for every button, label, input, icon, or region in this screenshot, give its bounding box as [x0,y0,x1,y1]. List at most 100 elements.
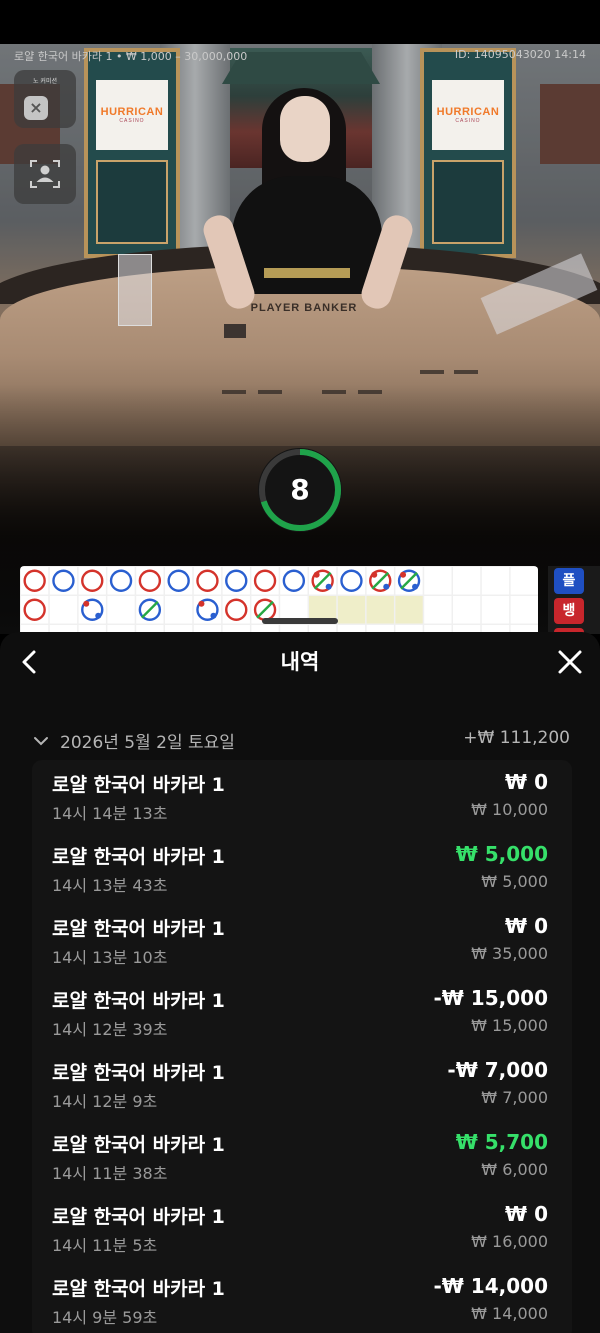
casino-logo-panel: HURRICAN CASINO [420,48,516,258]
payout-amount: ₩ 0 [505,1202,548,1226]
bet-amount: ₩ 35,000 [471,944,548,963]
date-label: 2026년 5월 2일 토요일 [60,733,235,753]
history-row[interactable]: 로얄 한국어 바카라 1 14시 12분 39초 -₩ 15,000 ₩ 15,000 [32,976,572,1048]
history-row[interactable]: 로얄 한국어 바카라 1 14시 13분 43초 ₩ 5,000 ₩ 5,000 [32,832,572,904]
bet-time: 14시 14분 13초 [52,804,168,823]
no-commission-label: 노 커미션 [33,78,57,85]
background-building [540,84,600,164]
player-tab[interactable]: 플 [554,568,584,594]
game-name: 로얄 한국어 바카라 1 [52,990,225,1012]
banker-pair-dot [371,571,378,578]
game-name: 로얄 한국어 바카라 1 [52,1206,225,1228]
history-row[interactable]: 로얄 한국어 바카라 1 14시 14분 13초 ₩ 0 ₩ 10,000 [32,760,572,832]
sheet-header: 내역 [0,632,600,692]
casino-brand-subtext: CASINO [119,118,145,124]
live-video-stream[interactable]: HURRICAN CASINO HURRICAN CASINO PLAYER B… [0,44,600,634]
bet-time: 14시 12분 9초 [52,1092,158,1111]
payout-amount: -₩ 14,000 [433,1274,548,1298]
round-id: ID: 14095043020 14:14 [454,48,586,61]
payout-amount: -₩ 15,000 [433,986,548,1010]
card-back [224,324,246,338]
date-group-header[interactable]: 2026년 5월 2일 토요일 +₩ 111,200 [30,726,570,756]
road-cell [337,596,366,624]
road-cell [453,596,481,624]
payout-amount: ₩ 0 [505,914,548,938]
road-cell [165,596,193,624]
game-title-limits: 로얄 한국어 바카라 1 • ₩ 1,000 – 30,000,000 [14,50,248,63]
table-player-banker-label: PLAYER BANKER [250,302,358,314]
player-pair-dot [95,612,102,619]
road-cell [424,596,452,624]
no-commission-toggle[interactable]: 노 커미션 × [14,70,76,128]
banker-pair-dot [198,600,205,607]
bet-amount: ₩ 15,000 [471,1016,548,1035]
close-button[interactable] [554,644,586,680]
road-cell [366,596,394,624]
game-name: 로얄 한국어 바카라 1 [52,1134,225,1156]
history-row[interactable]: 로얄 한국어 바카라 1 14시 9분 59초 -₩ 14,000 ₩ 14,000 [32,1264,572,1333]
dealer-belt [264,268,350,278]
banker-tab[interactable]: 뱅 [554,598,584,624]
road-cell [49,596,78,624]
road-cell [510,596,538,624]
road-cell [453,567,481,595]
close-icon: × [24,96,48,120]
player-pair-dot [210,612,217,619]
road-cell [481,596,510,624]
game-name: 로얄 한국어 바카라 1 [52,846,225,868]
bet-time: 14시 12분 39초 [52,1020,168,1039]
road-cell [510,567,538,595]
bet-time: 14시 9분 59초 [52,1308,158,1327]
payout-amount: ₩ 5,000 [455,842,548,866]
date-total: +₩ 111,200 [463,728,570,748]
player-pair-dot [325,583,332,590]
card-slot [420,370,444,374]
history-row[interactable]: 로얄 한국어 바카라 1 14시 11분 38초 ₩ 5,700 ₩ 6,000 [32,1120,572,1192]
dealer-face [280,96,330,162]
casino-brand-text: HURRICAN [100,106,164,118]
casino-brand-text: HURRICAN [436,106,500,118]
history-row[interactable]: 로얄 한국어 바카라 1 14시 11분 5초 ₩ 0 ₩ 16,000 [32,1192,572,1264]
close-icon [558,650,582,674]
game-name: 로얄 한국어 바카라 1 [52,774,225,796]
history-row[interactable]: 로얄 한국어 바카라 1 14시 13분 10초 ₩ 0 ₩ 35,000 [32,904,572,976]
game-name: 로얄 한국어 바카라 1 [52,1278,225,1300]
road-cell [107,596,135,624]
road-cell [481,567,510,595]
payout-amount: -₩ 7,000 [447,1058,548,1082]
bet-amount: ₩ 16,000 [471,1232,548,1251]
bet-amount: ₩ 5,000 [481,872,548,891]
bet-amount: ₩ 10,000 [471,800,548,819]
bet-time: 14시 13분 43초 [52,876,168,895]
game-name: 로얄 한국어 바카라 1 [52,918,225,940]
history-sheet: 내역 2026년 5월 2일 토요일 +₩ 111,200 로얄 한국어 바카라… [0,632,600,1333]
bet-side-tabs: 플 뱅 타 [548,566,600,634]
bet-time: 14시 11분 5초 [52,1236,158,1255]
bet-amount: ₩ 14,000 [471,1304,548,1323]
seat-view-button[interactable] [14,144,76,204]
bet-time: 14시 11분 38초 [52,1164,168,1183]
history-row[interactable]: 로얄 한국어 바카라 1 14시 12분 9초 -₩ 7,000 ₩ 7,000 [32,1048,572,1120]
status-bar [0,0,600,44]
road-cell [395,596,423,624]
chevron-down-icon [34,737,48,746]
payout-amount: ₩ 0 [505,770,548,794]
card-discard-holder [118,254,152,326]
person-icon [30,160,60,188]
casino-logo-panel: HURRICAN CASINO [84,48,180,258]
casino-brand-subtext: CASINO [455,118,481,124]
sheet-drag-handle[interactable] [262,618,338,624]
bet-amount: ₩ 6,000 [481,1160,548,1179]
bet-time: 14시 13분 10초 [52,948,168,967]
road-cell [424,567,452,595]
player-pair-dot [383,583,390,590]
history-list: 로얄 한국어 바카라 1 14시 14분 13초 ₩ 0 ₩ 10,000 로얄 한국어… [32,760,572,1333]
banker-pair-dot [83,600,90,607]
bet-amount: ₩ 7,000 [481,1088,548,1107]
card-slot [454,370,478,374]
payout-amount: ₩ 5,700 [455,1130,548,1154]
banker-pair-dot [400,571,407,578]
game-name: 로얄 한국어 바카라 1 [52,1062,225,1084]
player-pair-dot [412,583,419,590]
timer-countdown: 8 [290,473,310,506]
